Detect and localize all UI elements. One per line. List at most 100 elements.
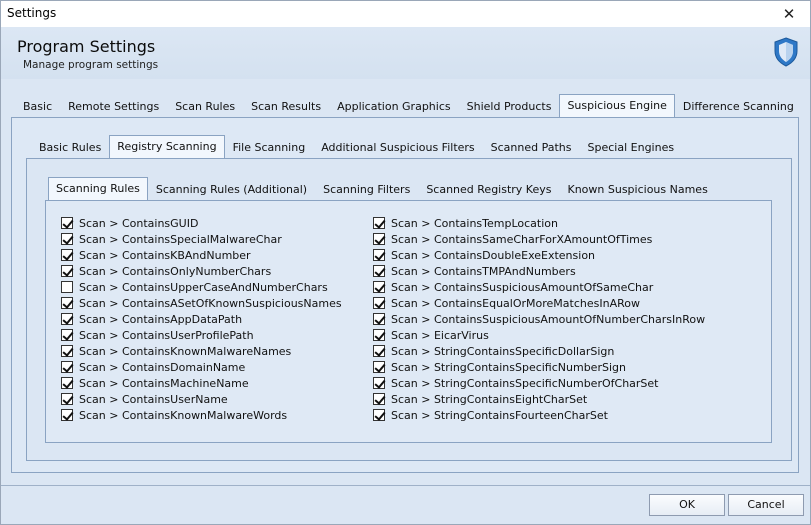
header: Program Settings Manage program settings bbox=[1, 27, 810, 79]
shield-icon bbox=[774, 37, 798, 67]
rule-label: Scan > ContainsMachineName bbox=[79, 376, 249, 390]
innertab-scanning-rules-additional[interactable]: Scanning Rules (Additional) bbox=[148, 179, 315, 201]
ok-button[interactable]: OK bbox=[649, 494, 725, 516]
checkbox-checked[interactable] bbox=[61, 345, 73, 357]
rule-label: Scan > ContainsSuspiciousAmountOfSameCha… bbox=[391, 280, 654, 294]
settings-window: Settings ✕ Program Settings Manage progr… bbox=[0, 0, 811, 525]
inner-tab-bar: Scanning Rules Scanning Rules (Additional… bbox=[48, 177, 716, 201]
rule-checkbox-item[interactable]: Scan > ContainsASetOfKnownSuspiciousName… bbox=[61, 295, 342, 311]
rule-checkbox-item[interactable]: Scan > ContainsKBAndNumber bbox=[61, 247, 342, 263]
rule-checkbox-item[interactable]: Scan > StringContainsSpecificNumberOfCha… bbox=[373, 375, 705, 391]
subtab-scanned-paths[interactable]: Scanned Paths bbox=[483, 137, 580, 159]
checkbox-checked[interactable] bbox=[61, 233, 73, 245]
rule-label: Scan > StringContainsSpecificNumberOfCha… bbox=[391, 376, 659, 390]
tab-application-graphics[interactable]: Application Graphics bbox=[329, 96, 459, 118]
rule-checkbox-item[interactable]: Scan > StringContainsSpecificDollarSign bbox=[373, 343, 705, 359]
rule-label: Scan > ContainsDoubleExeExtension bbox=[391, 248, 596, 262]
rule-checkbox-item[interactable]: Scan > ContainsDomainName bbox=[61, 359, 342, 375]
innertab-scanning-rules[interactable]: Scanning Rules bbox=[48, 177, 148, 201]
checkbox-checked[interactable] bbox=[61, 265, 73, 277]
rule-checkbox-item[interactable]: Scan > ContainsUserProfilePath bbox=[61, 327, 342, 343]
rule-checkbox-item[interactable]: Scan > ContainsKnownMalwareNames bbox=[61, 343, 342, 359]
tab-suspicious-engine[interactable]: Suspicious Engine bbox=[559, 94, 675, 118]
rule-checkbox-item[interactable]: Scan > ContainsSpecialMalwareChar bbox=[61, 231, 342, 247]
tab-shield-products[interactable]: Shield Products bbox=[459, 96, 560, 118]
rule-checkbox-item[interactable]: Scan > ContainsMachineName bbox=[61, 375, 342, 391]
main-tab-bar: Basic Remote Settings Scan Rules Scan Resul… bbox=[15, 94, 802, 118]
rule-checkbox-item[interactable]: Scan > ContainsEqualOrMoreMatchesInARow bbox=[373, 295, 705, 311]
rule-checkbox-item[interactable]: Scan > StringContainsFourteenCharSet bbox=[373, 407, 705, 423]
rule-checkbox-item[interactable]: Scan > StringContainsSpecificNumberSign bbox=[373, 359, 705, 375]
checkbox-checked[interactable] bbox=[373, 265, 385, 277]
rule-checkbox-item[interactable]: Scan > ContainsDoubleExeExtension bbox=[373, 247, 705, 263]
subtab-file-scanning[interactable]: File Scanning bbox=[225, 137, 314, 159]
window-title: Settings bbox=[7, 6, 57, 20]
rule-checkbox-item[interactable]: Scan > ContainsUserName bbox=[61, 391, 342, 407]
rule-label: Scan > ContainsTempLocation bbox=[391, 216, 558, 230]
checkbox-checked[interactable] bbox=[373, 281, 385, 293]
checkbox-checked[interactable] bbox=[373, 233, 385, 245]
rule-label: Scan > StringContainsEightCharSet bbox=[391, 392, 588, 406]
subtab-additional-suspicious-filters[interactable]: Additional Suspicious Filters bbox=[313, 137, 482, 159]
checkbox-checked[interactable] bbox=[373, 249, 385, 261]
subtab-registry-scanning[interactable]: Registry Scanning bbox=[109, 135, 225, 159]
rule-label: Scan > ContainsDomainName bbox=[79, 360, 246, 374]
checkbox-checked[interactable] bbox=[373, 345, 385, 357]
rule-checkbox-item[interactable]: Scan > ContainsUpperCaseAndNumberChars bbox=[61, 279, 342, 295]
checkbox-checked[interactable] bbox=[373, 409, 385, 421]
tab-scan-results[interactable]: Scan Results bbox=[243, 96, 329, 118]
page-subtitle: Manage program settings bbox=[23, 59, 159, 71]
tab-basic[interactable]: Basic bbox=[15, 96, 60, 118]
rule-checkbox-item[interactable]: Scan > StringContainsEightCharSet bbox=[373, 391, 705, 407]
checkbox-checked[interactable] bbox=[61, 249, 73, 261]
tab-difference-scanning[interactable]: Difference Scanning bbox=[675, 96, 802, 118]
subtab-special-engines[interactable]: Special Engines bbox=[580, 137, 683, 159]
rule-label: Scan > ContainsKnownMalwareWords bbox=[79, 408, 288, 422]
subtab-basic-rules[interactable]: Basic Rules bbox=[31, 137, 109, 159]
rule-checkbox-item[interactable]: Scan > EicarVirus bbox=[373, 327, 705, 343]
tab-scan-rules[interactable]: Scan Rules bbox=[167, 96, 243, 118]
tab-remote-settings[interactable]: Remote Settings bbox=[60, 96, 167, 118]
checkbox-checked[interactable] bbox=[373, 217, 385, 229]
checkbox-checked[interactable] bbox=[61, 377, 73, 389]
rule-label: Scan > StringContainsFourteenCharSet bbox=[391, 408, 608, 422]
rule-label: Scan > ContainsKBAndNumber bbox=[79, 248, 251, 262]
rule-checkbox-item[interactable]: Scan > ContainsTempLocation bbox=[373, 215, 705, 231]
rule-checkbox-item[interactable]: Scan > ContainsAppDataPath bbox=[61, 311, 342, 327]
checkbox-checked[interactable] bbox=[61, 409, 73, 421]
rule-label: Scan > ContainsOnlyNumberChars bbox=[79, 264, 272, 278]
rule-label: Scan > ContainsUserName bbox=[79, 392, 228, 406]
checkbox-unchecked[interactable] bbox=[61, 281, 73, 293]
checkbox-checked[interactable] bbox=[61, 361, 73, 373]
checkbox-checked[interactable] bbox=[61, 393, 73, 405]
rule-label: Scan > StringContainsSpecificNumberSign bbox=[391, 360, 626, 374]
checkbox-checked[interactable] bbox=[373, 297, 385, 309]
rule-checkbox-item[interactable]: Scan > ContainsTMPAndNumbers bbox=[373, 263, 705, 279]
checkbox-checked[interactable] bbox=[373, 313, 385, 325]
rule-label: Scan > ContainsSpecialMalwareChar bbox=[79, 232, 282, 246]
rule-checkbox-item[interactable]: Scan > ContainsSuspiciousAmountOfSameCha… bbox=[373, 279, 705, 295]
checkbox-checked[interactable] bbox=[61, 297, 73, 309]
innertab-scanned-registry-keys[interactable]: Scanned Registry Keys bbox=[418, 179, 559, 201]
rule-checkbox-item[interactable]: Scan > ContainsSuspiciousAmountOfNumberC… bbox=[373, 311, 705, 327]
innertab-known-suspicious-names[interactable]: Known Suspicious Names bbox=[559, 179, 715, 201]
rule-label: Scan > ContainsASetOfKnownSuspiciousName… bbox=[79, 296, 342, 310]
close-button[interactable]: ✕ bbox=[772, 2, 806, 26]
checkbox-checked[interactable] bbox=[61, 217, 73, 229]
rule-checkbox-item[interactable]: Scan > ContainsOnlyNumberChars bbox=[61, 263, 342, 279]
checkbox-checked[interactable] bbox=[373, 377, 385, 389]
checkbox-checked[interactable] bbox=[373, 329, 385, 341]
checkbox-checked[interactable] bbox=[61, 329, 73, 341]
sub-tab-bar: Basic Rules Registry Scanning File Scannin… bbox=[31, 135, 682, 159]
rule-label: Scan > EicarVirus bbox=[391, 328, 489, 342]
rule-checkbox-item[interactable]: Scan > ContainsSameCharForXAmountOfTimes bbox=[373, 231, 705, 247]
checkbox-checked[interactable] bbox=[373, 393, 385, 405]
innertab-scanning-filters[interactable]: Scanning Filters bbox=[315, 179, 418, 201]
rule-label: Scan > StringContainsSpecificDollarSign bbox=[391, 344, 615, 358]
checkbox-checked[interactable] bbox=[61, 313, 73, 325]
cancel-button[interactable]: Cancel bbox=[728, 494, 804, 516]
rule-checkbox-item[interactable]: Scan > ContainsKnownMalwareWords bbox=[61, 407, 342, 423]
rule-checkbox-item[interactable]: Scan > ContainsGUID bbox=[61, 215, 342, 231]
checkbox-checked[interactable] bbox=[373, 361, 385, 373]
rule-label: Scan > ContainsGUID bbox=[79, 216, 199, 230]
